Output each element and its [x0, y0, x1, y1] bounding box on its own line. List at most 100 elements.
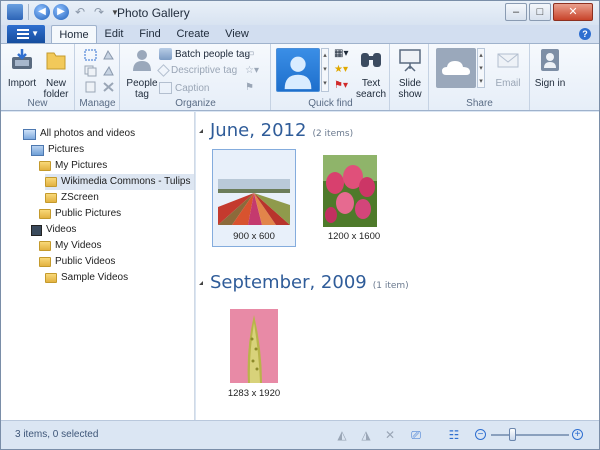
- group-share: ▴ ▾ ▾ Email Share: [430, 44, 530, 110]
- tab-create[interactable]: Create: [173, 25, 213, 43]
- tab-view[interactable]: View: [219, 25, 255, 43]
- person-icon: [133, 50, 151, 71]
- video-library-icon: [31, 224, 42, 236]
- star-rating-icon[interactable]: ☆▾: [245, 65, 259, 76]
- zoom-slider-track[interactable]: [491, 434, 569, 436]
- tab-edit[interactable]: Edit: [99, 25, 129, 43]
- tree-item-sample-videos[interactable]: Sample Videos: [45, 270, 128, 286]
- delete-icon[interactable]: [102, 81, 115, 93]
- status-text: 3 items, 0 selected: [15, 429, 99, 440]
- title-bar: ◀ ▶ ↶ ↷ ▼ Photo Gallery – □ ✕: [1, 1, 599, 25]
- tree-item-label: ZScreen: [61, 192, 99, 203]
- zoom-in-button[interactable]: +: [572, 429, 583, 440]
- zoom-slider-thumb[interactable]: [509, 428, 517, 441]
- tab-home[interactable]: Home: [51, 25, 97, 43]
- group-header-september-2009[interactable]: September, 2009 (1 item): [199, 272, 409, 293]
- photo-thumbnail[interactable]: 1283 x 1920: [212, 306, 296, 404]
- group-manage: Manage: [76, 44, 120, 110]
- calendar-filter-icon[interactable]: ▦▾: [334, 48, 348, 59]
- redo-icon[interactable]: ↷: [91, 4, 107, 20]
- slide-show-label: Slide show: [398, 78, 422, 100]
- tree-item-pictures[interactable]: Pictures: [31, 142, 84, 158]
- rotate-right-icon[interactable]: [102, 65, 115, 77]
- flag-icon[interactable]: ⚑: [245, 82, 254, 93]
- rotate-left-icon[interactable]: [102, 49, 115, 61]
- tag-icon: [157, 64, 170, 77]
- rotate-left-icon[interactable]: ◭: [335, 428, 349, 442]
- tree-item-public-pictures[interactable]: Public Pictures: [39, 206, 121, 222]
- tree-item-label: Sample Videos: [61, 272, 129, 283]
- properties-icon[interactable]: [84, 81, 97, 93]
- onedrive-share-button[interactable]: [436, 48, 476, 88]
- collapse-triangle-icon[interactable]: [199, 281, 203, 285]
- caption-button[interactable]: Caption: [159, 82, 209, 94]
- image-dimensions: 900 x 600: [233, 231, 275, 242]
- people-tag-button[interactable]: People tag: [125, 47, 159, 100]
- share-scroll[interactable]: ▴ ▾ ▾: [477, 48, 485, 88]
- photo-thumbnail[interactable]: 1200 x 1600: [312, 149, 396, 247]
- rotate-right-icon[interactable]: ◮: [359, 428, 373, 442]
- app-icon[interactable]: [7, 4, 23, 20]
- pink-tulips-image: [323, 155, 377, 227]
- tree-item-wikimedia-tulips[interactable]: Wikimedia Commons - Tulips: [45, 174, 195, 190]
- maximize-button[interactable]: □: [529, 3, 551, 21]
- email-label: Email: [495, 78, 521, 89]
- tree-item-public-videos[interactable]: Public Videos: [39, 254, 115, 270]
- batch-people-tag-button[interactable]: Batch people tag: [159, 48, 250, 60]
- file-menu-button[interactable]: ▼: [7, 25, 45, 43]
- forward-icon[interactable]: ▶: [53, 4, 69, 20]
- copy-icon[interactable]: [84, 65, 97, 77]
- import-button[interactable]: Import: [7, 47, 37, 89]
- email-icon: [497, 53, 519, 68]
- tree-item-label: All photos and videos: [40, 128, 136, 139]
- group-header-june-2012[interactable]: June, 2012 (2 items): [199, 120, 353, 141]
- group-organize: People tag Batch people tag Descriptive …: [121, 44, 271, 110]
- tree-item-my-pictures[interactable]: My Pictures: [39, 158, 107, 174]
- undo-icon[interactable]: ↶: [72, 4, 88, 20]
- descriptive-tag-button[interactable]: Descriptive tag: [157, 64, 237, 77]
- slide-show-icon[interactable]: ⎚: [409, 428, 423, 442]
- tree-item-all-photos[interactable]: All photos and videos: [23, 126, 135, 142]
- back-icon[interactable]: ◀: [34, 4, 50, 20]
- person-silhouette-icon: [284, 56, 312, 90]
- star-filter-icon[interactable]: ★▾: [334, 64, 348, 75]
- image-dimensions: 1200 x 1600: [327, 231, 381, 242]
- delete-icon[interactable]: ✕: [383, 428, 397, 442]
- collapse-triangle-icon[interactable]: [199, 129, 203, 133]
- people-filter-scroll[interactable]: ▴ ▾ ▾: [321, 48, 329, 92]
- tree-item-videos[interactable]: Videos: [31, 222, 76, 238]
- window-controls: – □ ✕: [505, 3, 593, 21]
- folder-icon: [45, 273, 57, 283]
- tree-item-label: Public Videos: [55, 256, 116, 267]
- group-label-new: New: [27, 98, 48, 109]
- status-bar: 3 items, 0 selected ◭ ◮ ✕ ⎚ ☷ − +: [1, 420, 599, 449]
- group-title: September, 2009: [210, 272, 367, 293]
- details-view-icon[interactable]: ☷: [447, 428, 461, 442]
- tree-item-label: My Videos: [55, 240, 102, 251]
- text-search-button[interactable]: Text search: [356, 47, 386, 100]
- folder-icon: [39, 161, 51, 171]
- people-filter-thumbnail[interactable]: [276, 48, 320, 92]
- minimize-button[interactable]: –: [505, 3, 527, 21]
- help-icon[interactable]: ?: [579, 28, 591, 40]
- zoom-out-button[interactable]: −: [475, 429, 486, 440]
- sign-in-button[interactable]: Sign in: [534, 47, 566, 89]
- photo-thumbnail[interactable]: 900 x 600: [212, 149, 296, 247]
- flag-filter-icon[interactable]: ⚑▾: [334, 80, 348, 91]
- tree-item-my-videos[interactable]: My Videos: [39, 238, 102, 254]
- photo-grid: June, 2012 (2 items) 900 x 600 1200 x 16…: [196, 112, 599, 420]
- group-label-organize: Organize: [175, 98, 216, 109]
- all-media-icon: [23, 128, 36, 140]
- group-label-share: Share: [466, 98, 493, 109]
- batch-people-icon: [159, 48, 172, 60]
- tab-find[interactable]: Find: [133, 25, 167, 43]
- email-button[interactable]: Email: [492, 47, 524, 89]
- slide-show-button[interactable]: Slide show: [394, 47, 426, 100]
- folder-icon: [39, 257, 51, 267]
- chevron-down-icon: ▼: [31, 29, 39, 38]
- new-folder-button[interactable]: New folder: [41, 47, 71, 100]
- tree-item-zscreen[interactable]: ZScreen: [45, 190, 99, 206]
- rate-icon[interactable]: ▭: [245, 48, 254, 59]
- close-button[interactable]: ✕: [553, 3, 593, 21]
- select-all-icon[interactable]: [84, 49, 97, 61]
